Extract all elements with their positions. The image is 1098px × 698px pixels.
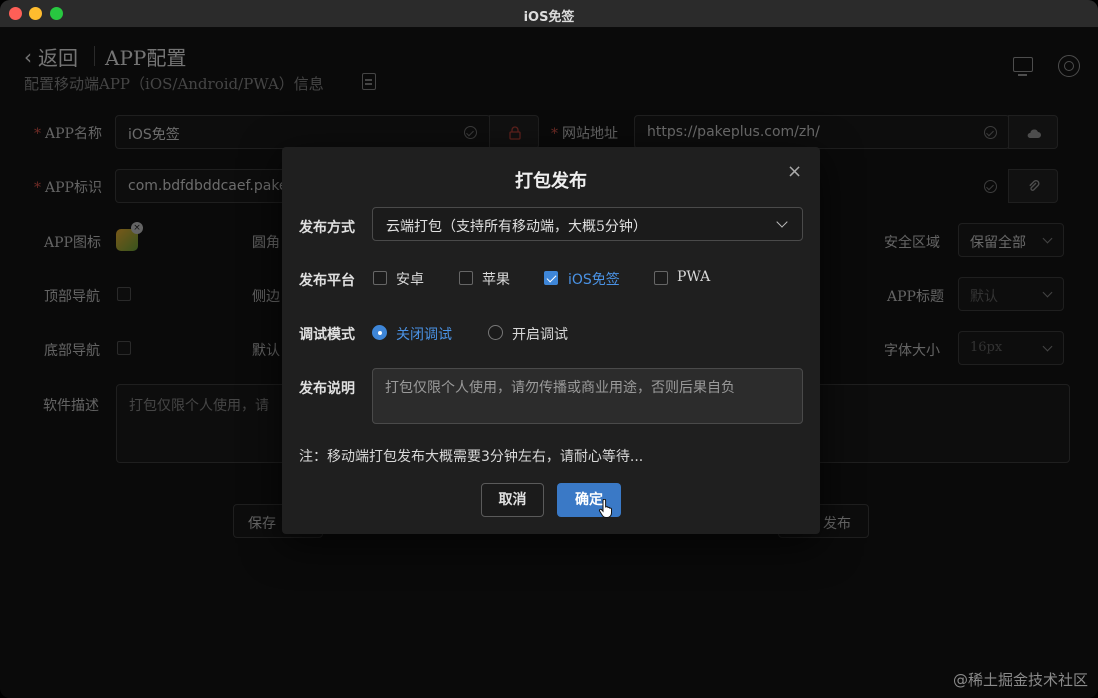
platform-checkbox-ios-free[interactable] [544,271,558,285]
window-title: iOS免签 [523,10,575,25]
hand-cursor-icon [599,499,612,518]
debug-off-radio[interactable] [372,325,387,340]
method-value: 云端打包（支持所有移动端，大概5分钟） [386,219,647,235]
debug-on-label[interactable]: 开启调试 [512,324,568,344]
debug-on-radio[interactable] [488,325,503,340]
cancel-button[interactable]: 取消 [481,483,544,517]
close-icon[interactable]: × [787,161,802,182]
debug-label: 调试模式 [299,327,355,343]
watermark: @稀土掘金技术社区 [952,671,1088,689]
notes-textarea[interactable]: 打包仅限个人使用，请勿传播或商业用途，否则后果自负 [372,368,803,424]
platform-checkbox-android[interactable] [373,271,387,285]
title-bar: iOS免签 [0,0,1098,28]
platform-label: 发布平台 [299,273,355,289]
app-window: iOS免签 ‹ 返回 APP配置 配置移动端APP（iOS/Android/PW… [0,0,1098,698]
method-select[interactable]: 云端打包（支持所有移动端，大概5分钟） [372,207,803,241]
platform-label-ios-free[interactable]: iOS免签 [568,269,620,289]
platform-label-pwa[interactable]: PWA [677,269,710,285]
platform-checkbox-apple[interactable] [459,271,473,285]
method-label: 发布方式 [299,220,355,236]
notes-label: 发布说明 [299,381,355,397]
footer-note: 注：移动端打包发布大概需要3分钟左右，请耐心等待... [299,449,644,465]
platform-label-android[interactable]: 安卓 [396,269,424,289]
publish-dialog: 打包发布 × 发布方式 云端打包（支持所有移动端，大概5分钟） 发布平台 安卓 … [282,147,820,534]
platform-label-apple[interactable]: 苹果 [482,269,510,289]
platform-checkbox-pwa[interactable] [654,271,668,285]
chevron-down-icon [776,216,788,228]
debug-off-label[interactable]: 关闭调试 [396,324,452,344]
dialog-title: 打包发布 [515,171,587,192]
